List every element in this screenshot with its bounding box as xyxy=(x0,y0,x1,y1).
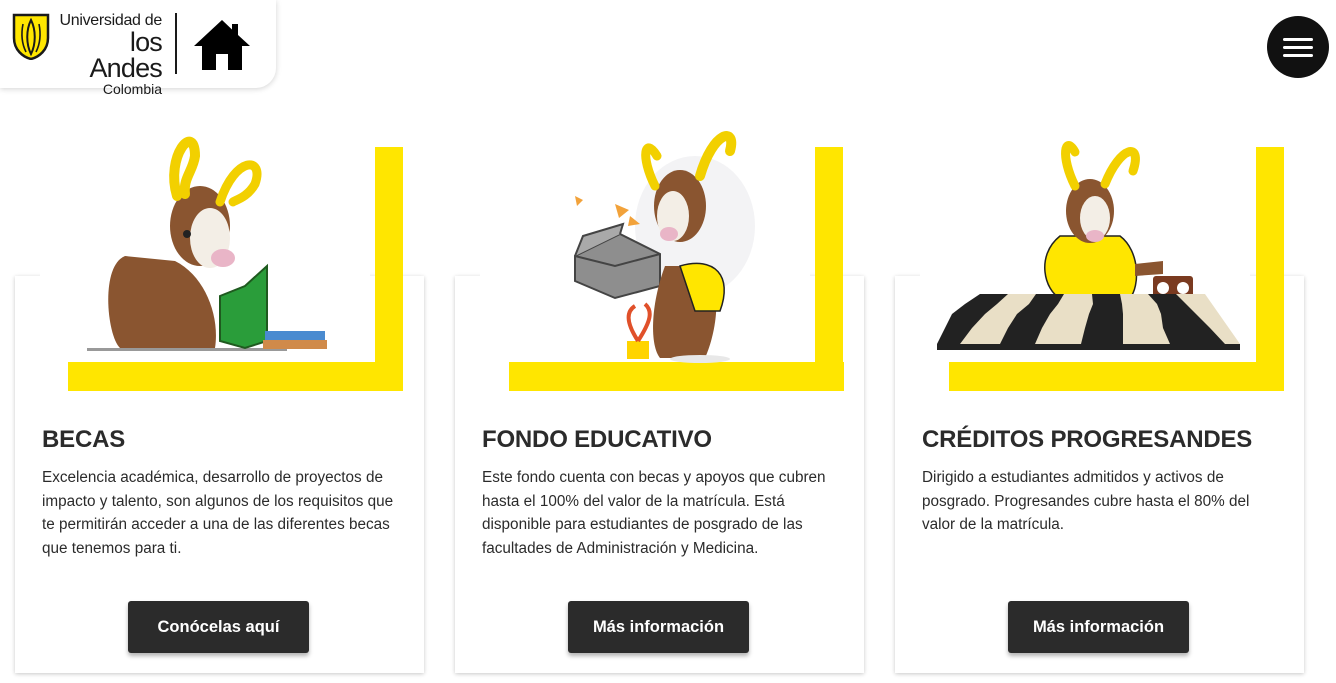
home-icon[interactable] xyxy=(192,18,252,72)
card-title: CRÉDITOS PROGRESANDES xyxy=(922,426,1253,453)
university-logo-box: Universidad de los Andes Colombia xyxy=(0,0,276,97)
card-description: Excelencia académica, desarrollo de proy… xyxy=(42,469,394,557)
card-title: BECAS xyxy=(42,426,126,453)
chessboard xyxy=(937,294,1240,350)
logo-line-3: Colombia xyxy=(102,81,162,97)
menu-bar xyxy=(1283,54,1313,57)
mas-informacion-button[interactable]: Más información xyxy=(568,601,749,653)
mas-informacion-button[interactable]: Más información xyxy=(1008,601,1189,653)
goat-playing-chess-illustration xyxy=(920,141,1284,391)
menu-bar xyxy=(1283,38,1313,41)
card-description: Dirigido a estudiantes admitidos y activ… xyxy=(922,469,1250,533)
card-title: FONDO EDUCATIVO xyxy=(482,426,712,453)
logo-divider xyxy=(175,13,177,74)
university-shield-logo xyxy=(12,13,50,60)
goat-reading-book-illustration xyxy=(40,136,403,391)
logo-line-2: los Andes xyxy=(89,27,162,83)
menu-bar xyxy=(1283,46,1313,49)
card-description: Este fondo cuenta con becas y apoyos que… xyxy=(482,469,826,557)
goat-holding-box-illustration xyxy=(480,131,844,391)
hamburger-menu-icon[interactable] xyxy=(1267,16,1329,78)
conocelas-button[interactable]: Conócelas aquí xyxy=(128,601,309,653)
university-name: Universidad de los Andes Colombia xyxy=(56,12,162,98)
